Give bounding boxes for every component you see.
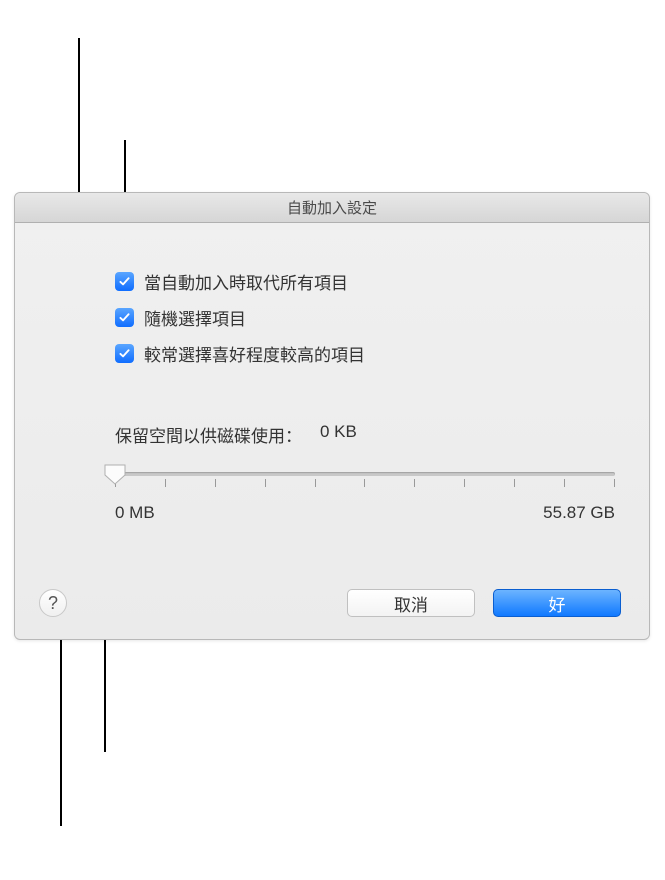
help-button[interactable]: ? [39, 589, 67, 617]
slider-range: 0 MB 55.87 GB [115, 503, 615, 523]
checkbox-label: 較常選擇喜好程度較高的項目 [144, 341, 365, 366]
slider-thumb[interactable] [103, 463, 127, 485]
slider-ticks [115, 479, 615, 487]
checkbox-replace-all[interactable] [115, 272, 134, 291]
settings-window: 自動加入設定 當自動加入時取代所有項目 隨機選擇項目 較常選擇喜好程度較高的項目… [14, 192, 650, 640]
checkbox-label: 隨機選擇項目 [144, 305, 246, 330]
checkmark-icon [118, 311, 131, 324]
slider-container [115, 461, 615, 491]
disk-space-slider-section: 保留空間以供磁碟使用： 0 KB [115, 422, 619, 523]
checkbox-label: 當自動加入時取代所有項目 [144, 269, 348, 294]
checkbox-row-higher-rated: 較常選擇喜好程度較高的項目 [115, 341, 619, 366]
slider-min: 0 MB [115, 503, 155, 523]
slider-thumb-icon [103, 463, 127, 485]
checkbox-row-replace-all: 當自動加入時取代所有項目 [115, 269, 619, 294]
slider-tick [414, 479, 415, 487]
slider-value: 0 KB [320, 422, 357, 447]
checkbox-higher-rated[interactable] [115, 344, 134, 363]
slider-tick [364, 479, 365, 487]
ok-button[interactable]: 好 [493, 589, 621, 617]
checkbox-row-random: 隨機選擇項目 [115, 305, 619, 330]
slider-max: 55.87 GB [543, 503, 615, 523]
cancel-button[interactable]: 取消 [347, 589, 475, 617]
slider-tick [215, 479, 216, 487]
checkmark-icon [118, 275, 131, 288]
checkmark-icon [118, 347, 131, 360]
slider-tick [514, 479, 515, 487]
slider-label: 保留空間以供磁碟使用： [115, 422, 302, 447]
slider-tick [464, 479, 465, 487]
help-icon: ? [48, 593, 58, 614]
slider-tick [165, 479, 166, 487]
checkbox-random[interactable] [115, 308, 134, 327]
slider-tick [265, 479, 266, 487]
window-title: 自動加入設定 [287, 197, 377, 218]
slider-tick [614, 479, 615, 487]
slider-track[interactable] [115, 472, 615, 476]
titlebar: 自動加入設定 [15, 193, 649, 223]
slider-label-row: 保留空間以供磁碟使用： 0 KB [115, 422, 619, 447]
button-label: 好 [549, 591, 566, 616]
slider-tick [564, 479, 565, 487]
window-content: 當自動加入時取代所有項目 隨機選擇項目 較常選擇喜好程度較高的項目 保留空間以供… [15, 223, 649, 639]
button-row: 取消 好 [347, 589, 621, 617]
button-label: 取消 [394, 591, 428, 616]
slider-tick [315, 479, 316, 487]
